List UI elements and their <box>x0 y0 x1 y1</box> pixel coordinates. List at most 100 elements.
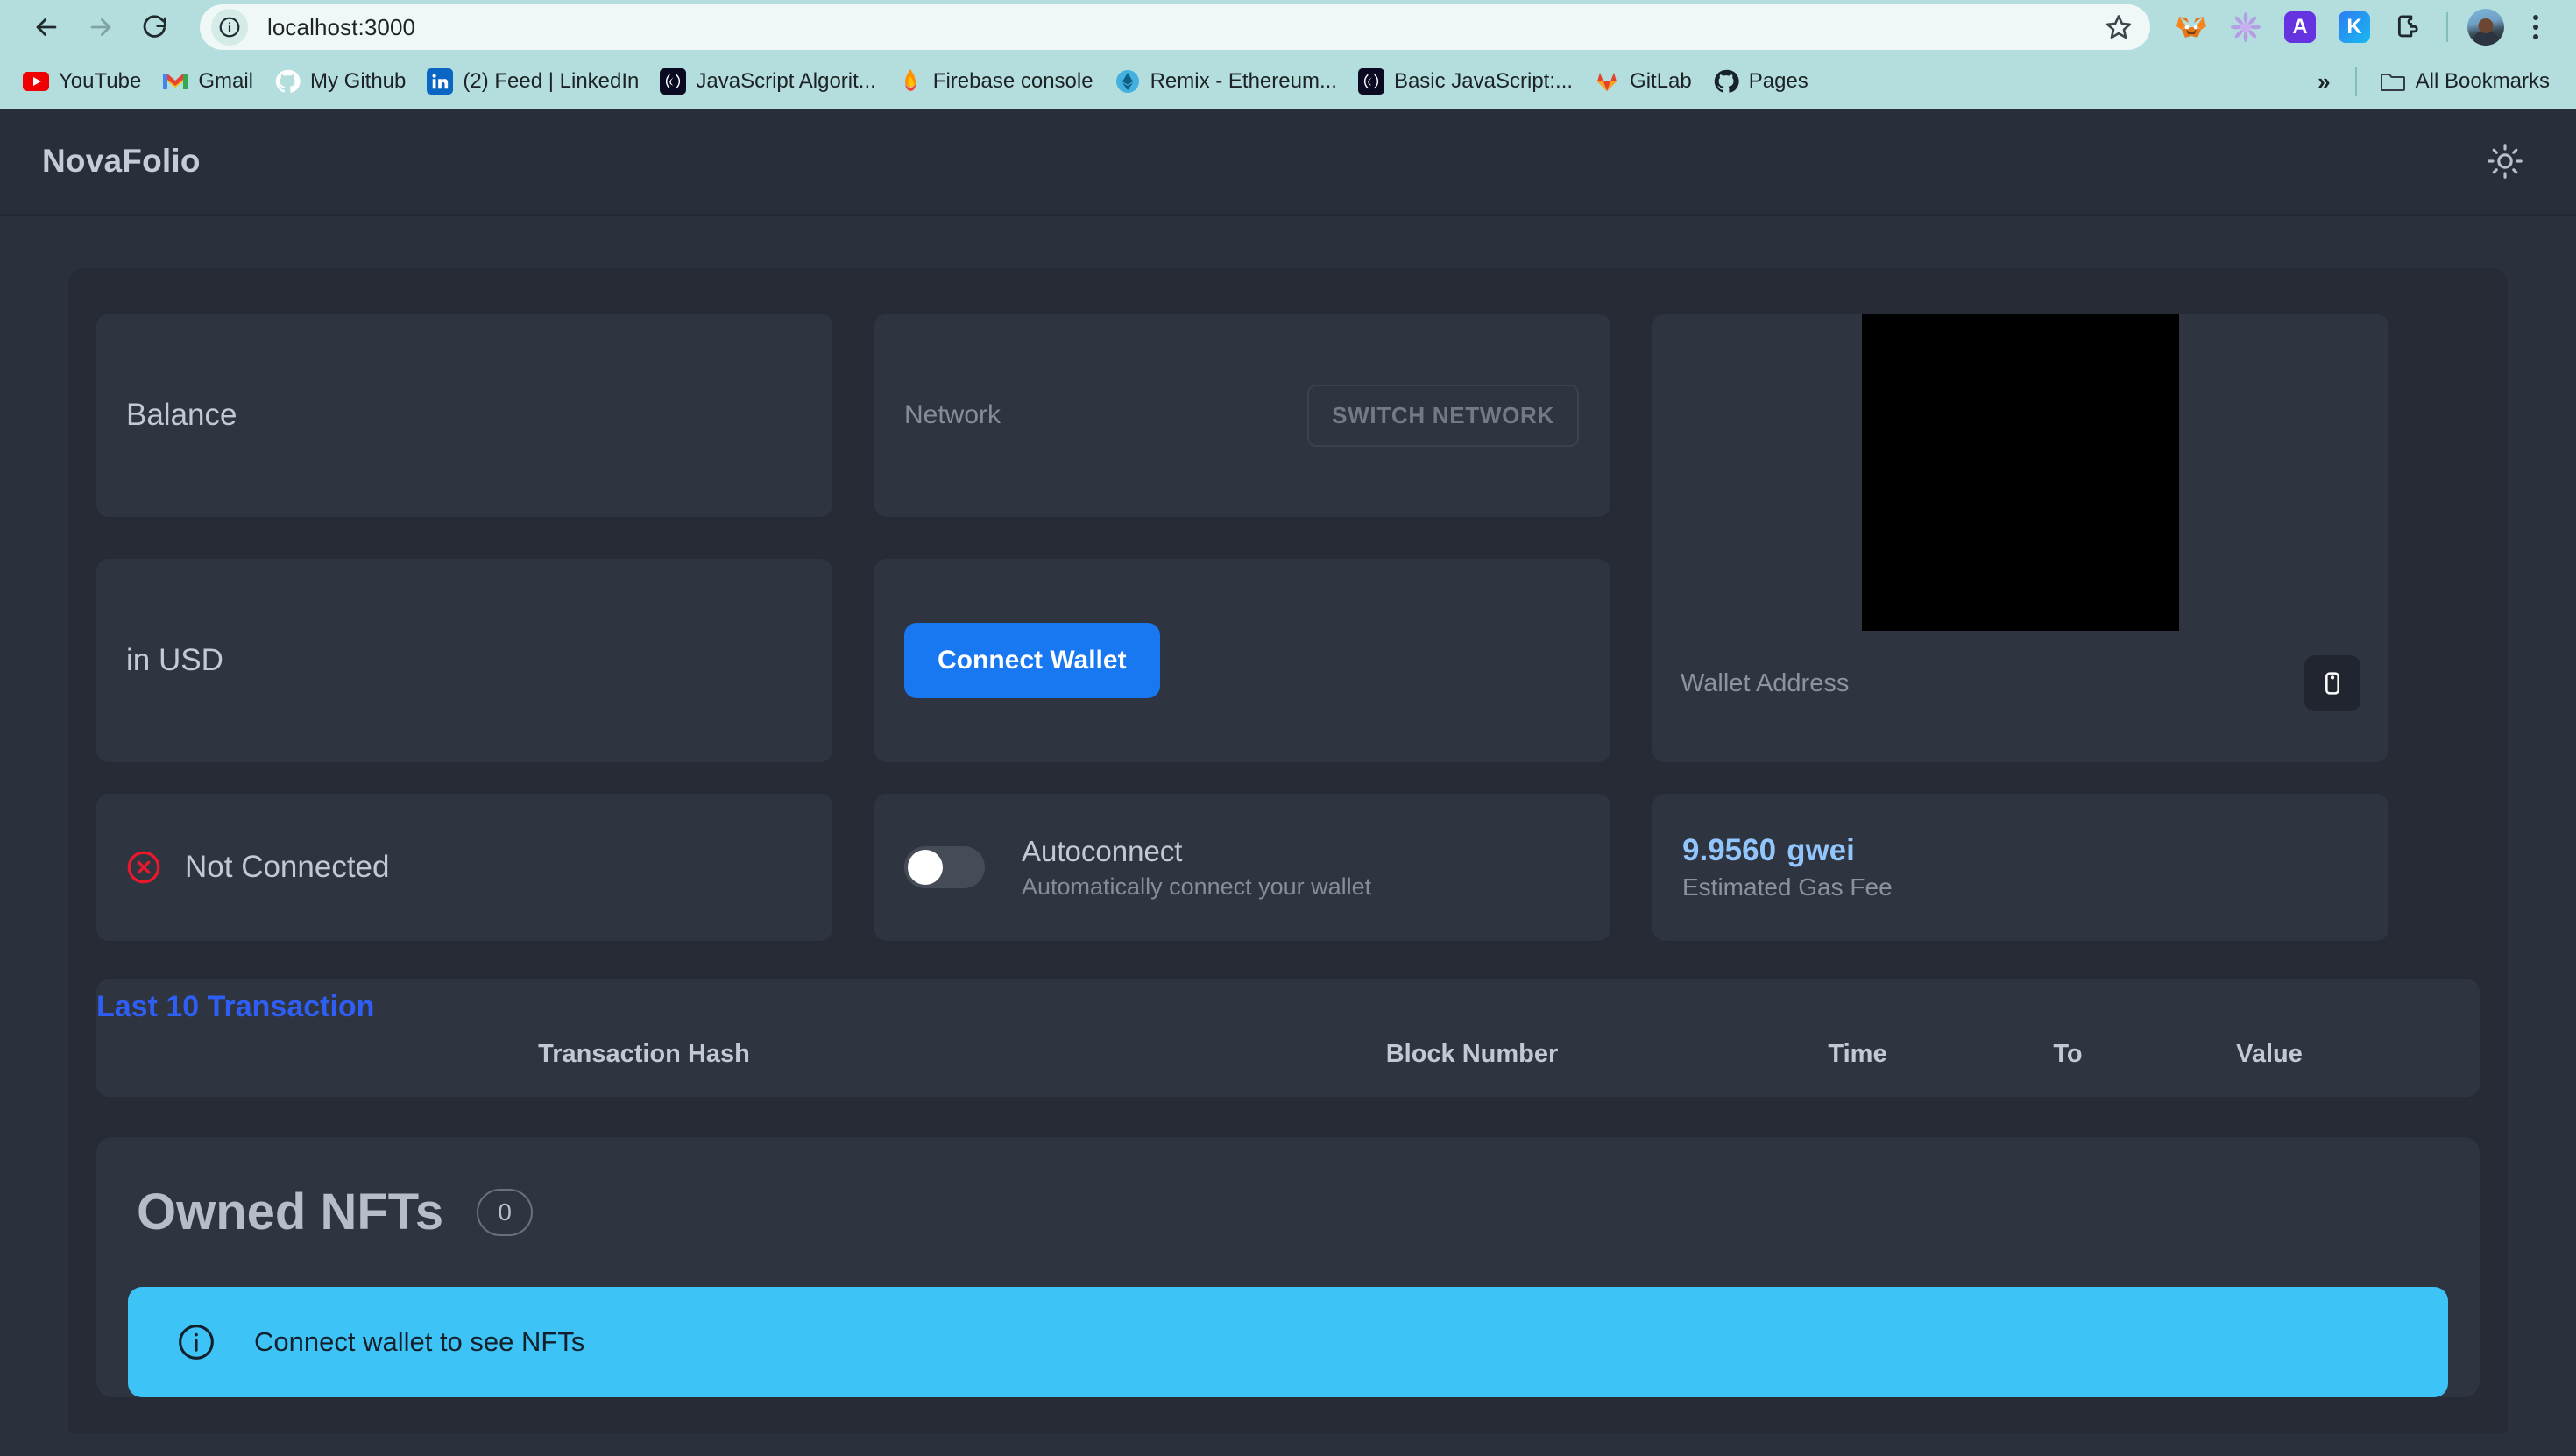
bookmarks-divider <box>2354 67 2357 96</box>
all-bookmarks-button[interactable]: All Bookmarks <box>2369 62 2560 101</box>
bookmark-label: GitLab <box>1630 69 1692 93</box>
gas-fee-value: 9.9560 <box>1682 833 1777 867</box>
network-card: Network SWITCH NETWORK <box>874 314 1610 517</box>
freecodecamp-icon <box>660 68 687 95</box>
bookmarks-bar: YouTube Gmail My Github (2) Feed | Linke… <box>0 54 2576 109</box>
firebase-icon <box>897 68 924 95</box>
github-icon <box>274 68 301 95</box>
extensions-puzzle-button[interactable] <box>2381 0 2436 54</box>
transactions-title: Last 10 Transaction <box>96 990 375 1023</box>
site-info-button[interactable] <box>211 9 248 46</box>
youtube-icon <box>23 68 49 95</box>
column-header-transaction-hash: Transaction Hash <box>538 1040 750 1068</box>
bookmark-my-github[interactable]: My Github <box>264 62 416 101</box>
flower-extension-icon <box>2231 12 2261 42</box>
github-glyph <box>275 69 301 93</box>
nft-info-alert: Connect wallet to see NFTs <box>128 1287 2448 1397</box>
extension-a-button[interactable]: A <box>2273 0 2327 54</box>
bookmark-label: Firebase console <box>932 69 1093 93</box>
freecodecamp-glyph <box>1363 74 1379 89</box>
avatar <box>2467 9 2504 46</box>
bookmark-youtube[interactable]: YouTube <box>12 62 152 101</box>
autoconnect-title: Autoconnect <box>1022 834 1183 867</box>
usd-label: in USD <box>126 643 223 677</box>
bookmark-label: Gmail <box>198 69 253 93</box>
extension-icons: A K <box>2164 0 2558 54</box>
gitlab-icon <box>1594 68 1620 95</box>
owned-nfts-title: Owned NFTs <box>137 1184 444 1240</box>
connect-wallet-button[interactable]: Connect Wallet <box>904 623 1160 698</box>
copy-address-button[interactable] <box>2304 655 2360 711</box>
sun-icon <box>2488 144 2523 179</box>
autoconnect-text: Autoconnect Automatically connect your w… <box>1022 835 1371 901</box>
youtube-glyph <box>23 72 49 91</box>
qr-code-image <box>1862 314 2179 631</box>
extension-k-button[interactable]: K <box>2327 0 2381 54</box>
wallet-address-label: Wallet Address <box>1681 668 1850 697</box>
toolbar-divider <box>2446 12 2448 42</box>
app-root: NovaFolio Balance Network SWITCH NETWORK… <box>0 109 2576 1433</box>
browser-toolbar: localhost:3000 A K <box>0 0 2576 54</box>
puzzle-piece-icon <box>2397 15 2418 38</box>
bookmark-star-button[interactable] <box>2099 8 2138 46</box>
balance-label: Balance <box>126 398 237 432</box>
toggle-knob <box>908 850 943 885</box>
freecodecamp-icon <box>1357 68 1384 95</box>
bookmark-javascript-algorithms[interactable]: JavaScript Algorit... <box>649 62 886 101</box>
cards-grid: Balance Network SWITCH NETWORK Wallet Ad… <box>96 314 2480 762</box>
autoconnect-card: Autoconnect Automatically connect your w… <box>874 794 1610 941</box>
network-label: Network <box>904 400 1001 429</box>
all-bookmarks-label: All Bookmarks <box>2415 69 2550 93</box>
switch-network-button[interactable]: SWITCH NETWORK <box>1307 384 1579 447</box>
connection-status-card: Not Connected <box>96 794 832 941</box>
app-header: NovaFolio <box>0 109 2576 216</box>
forward-button[interactable] <box>74 0 128 54</box>
wallet-address-footer: Wallet Address <box>1681 655 2360 711</box>
bookmark-gmail[interactable]: Gmail <box>152 62 264 101</box>
bookmarks-overflow-button[interactable]: » <box>2305 63 2342 101</box>
bookmark-label: Pages <box>1748 69 1808 93</box>
back-arrow-icon <box>36 18 57 36</box>
connect-wallet-card: Connect Wallet <box>874 559 1610 762</box>
bookmark-label: (2) Feed | LinkedIn <box>463 69 640 93</box>
bookmark-linkedin[interactable]: (2) Feed | LinkedIn <box>416 62 649 101</box>
theme-toggle-button[interactable] <box>2476 132 2534 190</box>
page-body: Balance Network SWITCH NETWORK Wallet Ad… <box>0 216 2576 1433</box>
autoconnect-toggle[interactable] <box>904 846 985 888</box>
extension-metamask-button[interactable] <box>2164 0 2219 54</box>
autoconnect-subtitle: Automatically connect your wallet <box>1022 873 1372 900</box>
gmail-glyph <box>163 74 188 89</box>
bookmark-pages[interactable]: Pages <box>1702 62 1819 101</box>
star-icon <box>2105 15 2132 39</box>
bookmark-gitlab[interactable]: GitLab <box>1583 62 1702 101</box>
transactions-panel: Last 10 Transaction Transaction Hash Blo… <box>96 979 2480 1097</box>
status-grid: Not Connected Autoconnect Automatically … <box>96 794 2480 941</box>
app-brand: NovaFolio <box>42 143 201 179</box>
profile-button[interactable] <box>2459 0 2513 54</box>
linkedin-glyph <box>432 74 449 89</box>
ethereum-glyph <box>1115 70 1139 93</box>
bookmark-label: YouTube <box>59 69 142 93</box>
metamask-icon <box>2176 17 2206 38</box>
gas-fee-value-row: 9.9560 gwei <box>1682 833 2359 868</box>
gas-fee-card: 9.9560 gwei Estimated Gas Fee <box>1652 794 2388 941</box>
reload-icon <box>143 15 166 38</box>
back-button[interactable] <box>19 0 74 54</box>
extension-flower-button[interactable] <box>2219 0 2273 54</box>
bookmark-label: Remix - Ethereum... <box>1150 69 1337 93</box>
owned-nfts-header: Owned NFTs 0 <box>128 1183 2448 1241</box>
folder-icon <box>2380 68 2406 95</box>
bookmark-firebase-console[interactable]: Firebase console <box>887 62 1104 101</box>
kebab-dot <box>2533 34 2538 39</box>
bookmark-basic-javascript[interactable]: Basic JavaScript:... <box>1348 62 1583 101</box>
k-extension-badge: K <box>2339 11 2370 43</box>
kebab-dot <box>2533 15 2538 20</box>
wallet-address-card: Wallet Address <box>1652 314 2388 762</box>
gitlab-glyph <box>1597 73 1617 91</box>
address-bar[interactable]: localhost:3000 <box>200 4 2150 50</box>
bookmark-label: My Github <box>309 69 407 93</box>
browser-menu-button[interactable] <box>2513 0 2558 54</box>
reload-button[interactable] <box>128 0 182 54</box>
bookmark-remix-ethereum[interactable]: Remix - Ethereum... <box>1104 62 1348 101</box>
error-circle-x-icon <box>127 851 160 884</box>
